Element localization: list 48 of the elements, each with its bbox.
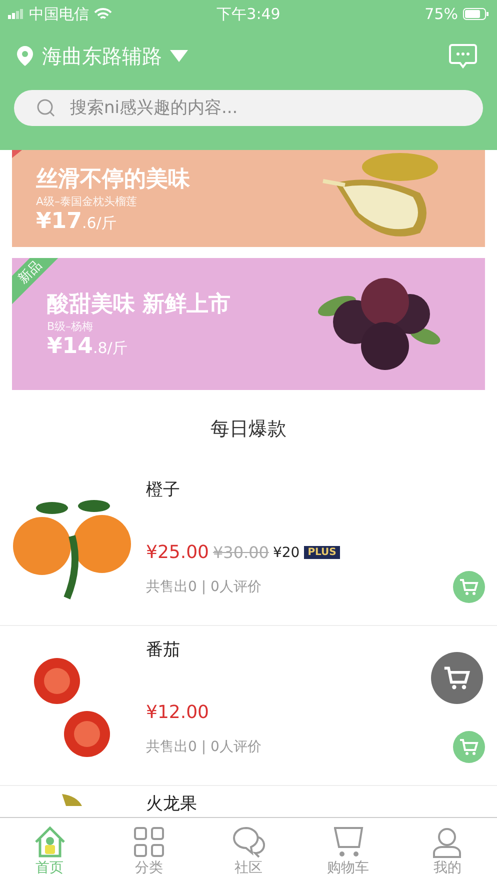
leaf-drawing xyxy=(62,792,82,806)
sales-stats: 共售出0 | 0人评价 xyxy=(146,738,262,756)
location-label[interactable]: 海曲东路辅路 xyxy=(42,42,162,70)
add-to-cart-button[interactable] xyxy=(453,571,485,603)
cart-icon xyxy=(459,578,479,596)
message-icon[interactable] xyxy=(449,43,477,69)
add-to-cart-button[interactable] xyxy=(453,731,485,763)
banner-title: 丝滑不停的美味 xyxy=(36,166,190,194)
location-pin-icon[interactable] xyxy=(16,45,34,67)
tab-item[interactable]: 我的 xyxy=(407,818,488,883)
product-name[interactable]: 火龙果 xyxy=(146,792,485,817)
chat-bubbles-icon xyxy=(231,824,266,858)
product-price: ¥12.00 xyxy=(146,702,209,723)
member-price: ¥20 xyxy=(272,544,300,560)
floating-cart-button[interactable] xyxy=(431,652,483,704)
banner-title: 酸甜美味 新鲜上市 xyxy=(47,290,231,319)
banner-price: ¥14 xyxy=(47,334,93,359)
wifi-icon xyxy=(94,8,112,20)
house-icon xyxy=(32,824,67,858)
banner-price-unit: .6/斤 xyxy=(82,214,116,232)
corner-ribbon xyxy=(12,150,22,158)
banner-price-unit: .8/斤 xyxy=(92,339,128,357)
product-price: ¥25.00 xyxy=(146,542,209,563)
cart-icon xyxy=(443,665,471,691)
search-field[interactable]: 搜索ni感兴趣的内容... xyxy=(14,90,483,126)
signal-icon xyxy=(8,9,24,19)
dropdown-caret-icon[interactable] xyxy=(170,50,188,62)
promo-banner[interactable]: 丝滑不停的美味 A级–泰国金枕头榴莲 ¥17.6/斤 xyxy=(12,150,485,247)
banner-subtitle: B级–杨梅 xyxy=(47,319,94,334)
tab-item[interactable]: 社区 xyxy=(208,818,288,883)
original-price: ¥30.00 xyxy=(212,543,269,562)
status-time: 下午3:49 xyxy=(216,4,280,24)
carrier-name: 中国电信 xyxy=(29,4,89,24)
banner-subtitle: A级–泰国金枕头榴莲 xyxy=(36,194,138,208)
product-name[interactable]: 番茄 xyxy=(146,638,485,696)
sales-stats: 共售出0 | 0人评价 xyxy=(146,578,262,596)
product-name[interactable]: 橙子 xyxy=(146,478,485,536)
battery-icon xyxy=(463,8,489,20)
tab-item[interactable]: 购物车 xyxy=(308,818,388,883)
tab-item[interactable]: 分类 xyxy=(109,818,190,883)
battery-percent: 75% xyxy=(424,5,458,23)
plus-badge: PLUS xyxy=(304,546,340,559)
grid-icon xyxy=(132,824,166,858)
section-title: 每日爆款 xyxy=(210,417,288,442)
tab-item[interactable]: 首页 xyxy=(10,818,90,883)
promo-banner[interactable]: 新品 酸甜美味 新鲜上市 B级–杨梅 ¥14.8/斤 xyxy=(12,258,485,390)
cart-icon xyxy=(459,738,479,756)
banner-price: ¥17 xyxy=(36,208,82,234)
